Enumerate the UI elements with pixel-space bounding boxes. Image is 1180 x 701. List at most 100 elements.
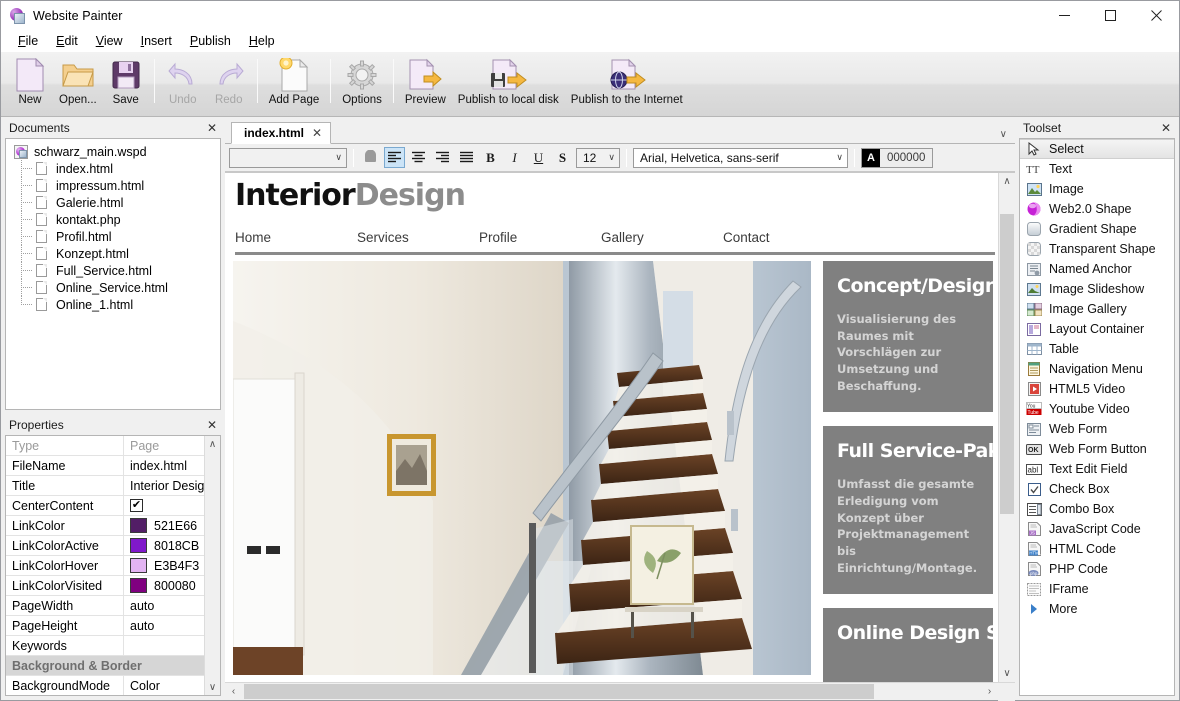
property-row-keywords[interactable]: Keywords: [6, 636, 220, 656]
tool-javascript-code[interactable]: JS JavaScript Code: [1020, 519, 1174, 539]
maximize-button[interactable]: [1087, 1, 1133, 30]
publish-internet-button[interactable]: Publish to the Internet: [565, 55, 689, 113]
align-justify-button[interactable]: [456, 147, 477, 168]
tool-navigation-menu[interactable]: Navigation Menu: [1020, 359, 1174, 379]
canvas-vertical-scrollbar[interactable]: ∧ ∨: [998, 173, 1015, 682]
bold-button[interactable]: B: [480, 147, 501, 168]
tool-image[interactable]: Image: [1020, 179, 1174, 199]
scroll-right-icon[interactable]: ›: [981, 683, 998, 700]
property-row-linkcolorvisited[interactable]: LinkColorVisited 800080: [6, 576, 220, 596]
property-row-centercontent[interactable]: CenterContent ✔: [6, 496, 220, 516]
tree-item-online-1[interactable]: Online_1.html: [6, 296, 220, 313]
tree-root-node[interactable]: schwarz_main.wspd: [6, 143, 220, 160]
publish-local-button[interactable]: Publish to local disk: [452, 55, 565, 113]
menu-file[interactable]: File: [9, 32, 47, 50]
tool-combo-box[interactable]: Combo Box: [1020, 499, 1174, 519]
tool-select[interactable]: Select: [1020, 139, 1174, 159]
font-family-select[interactable]: Arial, Helvetica, sans-serif ∨: [633, 148, 848, 168]
tab-index-html[interactable]: index.html ✕: [231, 122, 331, 144]
nav-item-gallery[interactable]: Gallery: [601, 230, 723, 245]
properties-scrollbar[interactable]: ∧ ∨: [204, 436, 220, 695]
color-swatch[interactable]: [130, 518, 147, 533]
menu-publish[interactable]: Publish: [181, 32, 240, 50]
tool-text-edit-field[interactable]: abl Text Edit Field: [1020, 459, 1174, 479]
shape-fill-button[interactable]: [360, 147, 381, 168]
new-button[interactable]: New: [7, 55, 53, 113]
minimize-button[interactable]: [1041, 1, 1087, 30]
tree-item-online-service[interactable]: Online_Service.html: [6, 279, 220, 296]
property-row-pagewidth[interactable]: PageWidth auto: [6, 596, 220, 616]
color-swatch[interactable]: [130, 558, 147, 573]
undo-button[interactable]: Undo: [160, 55, 206, 113]
text-color-picker[interactable]: A 000000: [861, 148, 933, 168]
tree-item-full-service[interactable]: Full_Service.html: [6, 262, 220, 279]
property-row-filename[interactable]: FileName index.html: [6, 456, 220, 476]
tool-named-anchor[interactable]: Named Anchor: [1020, 259, 1174, 279]
property-row-linkcolorhover[interactable]: LinkColorHover E3B4F3: [6, 556, 220, 576]
canvas-horizontal-scrollbar[interactable]: ‹ ›: [225, 682, 1015, 700]
tree-item-impressum[interactable]: impressum.html: [6, 177, 220, 194]
menu-view[interactable]: View: [87, 32, 132, 50]
property-row-linkcoloractive[interactable]: LinkColorActive 8018CB: [6, 536, 220, 556]
scroll-up-icon[interactable]: ∧: [999, 173, 1015, 190]
strikethrough-button[interactable]: S: [552, 147, 573, 168]
hscroll-thumb[interactable]: [244, 684, 874, 699]
preview-button[interactable]: Preview: [399, 55, 452, 113]
menu-edit[interactable]: Edit: [47, 32, 87, 50]
options-button[interactable]: Options: [336, 55, 388, 113]
tool-html5-video[interactable]: HTML5 Video: [1020, 379, 1174, 399]
tool-web-form-button[interactable]: OK Web Form Button: [1020, 439, 1174, 459]
tree-item-profil[interactable]: Profil.html: [6, 228, 220, 245]
color-swatch[interactable]: [130, 538, 147, 553]
tool-php-code[interactable]: php PHP Code: [1020, 559, 1174, 579]
nav-item-profile[interactable]: Profile: [479, 230, 601, 245]
tool-text[interactable]: TT Text: [1020, 159, 1174, 179]
properties-scroll-down-icon[interactable]: ∨: [209, 679, 216, 695]
align-right-button[interactable]: [432, 147, 453, 168]
open-button[interactable]: Open...: [53, 55, 103, 113]
scroll-down-icon[interactable]: ∨: [999, 665, 1015, 682]
nav-item-home[interactable]: Home: [235, 230, 357, 245]
tool-transparent-shape[interactable]: Transparent Shape: [1020, 239, 1174, 259]
tab-close-icon[interactable]: ✕: [312, 126, 322, 140]
align-center-button[interactable]: [408, 147, 429, 168]
tool-html-code[interactable]: HTML HTML Code: [1020, 539, 1174, 559]
scroll-left-icon[interactable]: ‹: [225, 683, 242, 700]
property-row-backgroundmode[interactable]: BackgroundMode Color: [6, 676, 220, 696]
tool-gradient-shape[interactable]: Gradient Shape: [1020, 219, 1174, 239]
tool-check-box[interactable]: Check Box: [1020, 479, 1174, 499]
save-button[interactable]: Save: [103, 55, 149, 113]
card-online-design-service[interactable]: Online Design Service: [823, 608, 993, 682]
tool-more[interactable]: More: [1020, 599, 1174, 619]
properties-scroll-up-icon[interactable]: ∧: [209, 436, 216, 452]
toolset-panel-close-icon[interactable]: ✕: [1159, 121, 1173, 135]
tool-image-gallery[interactable]: Image Gallery: [1020, 299, 1174, 319]
redo-button[interactable]: Redo: [206, 55, 252, 113]
color-swatch[interactable]: [130, 578, 147, 593]
menu-help[interactable]: Help: [240, 32, 284, 50]
tree-item-index[interactable]: index.html: [6, 160, 220, 177]
tool-youtube-video[interactable]: YouTube Youtube Video: [1020, 399, 1174, 419]
nav-item-contact[interactable]: Contact: [723, 230, 845, 245]
underline-button[interactable]: U: [528, 147, 549, 168]
menu-insert[interactable]: Insert: [132, 32, 181, 50]
tree-item-konzept[interactable]: Konzept.html: [6, 245, 220, 262]
align-left-button[interactable]: [384, 147, 405, 168]
font-size-select[interactable]: 12 ∨: [576, 148, 620, 168]
tree-item-galerie[interactable]: Galerie.html: [6, 194, 220, 211]
property-row-title[interactable]: Title Interior Design,: [6, 476, 220, 496]
card-concept-design[interactable]: Concept/Design Visualisierung des Raumes…: [823, 261, 993, 412]
style-select[interactable]: ∨: [229, 148, 347, 168]
vscroll-track[interactable]: [999, 190, 1015, 665]
close-button[interactable]: [1133, 1, 1179, 30]
properties-panel-close-icon[interactable]: ✕: [205, 418, 219, 432]
tool-iframe[interactable]: IFrame: [1020, 579, 1174, 599]
property-row-linkcolor[interactable]: LinkColor 521E66: [6, 516, 220, 536]
tool-web20-shape[interactable]: Web2.0 Shape: [1020, 199, 1174, 219]
tabstrip-overflow-icon[interactable]: ∨: [1000, 129, 1007, 140]
tool-table[interactable]: Table: [1020, 339, 1174, 359]
documents-panel-close-icon[interactable]: ✕: [205, 121, 219, 135]
vscroll-thumb[interactable]: [1000, 214, 1014, 514]
tree-item-kontakt[interactable]: kontakt.php: [6, 211, 220, 228]
hscroll-track[interactable]: [242, 683, 981, 700]
